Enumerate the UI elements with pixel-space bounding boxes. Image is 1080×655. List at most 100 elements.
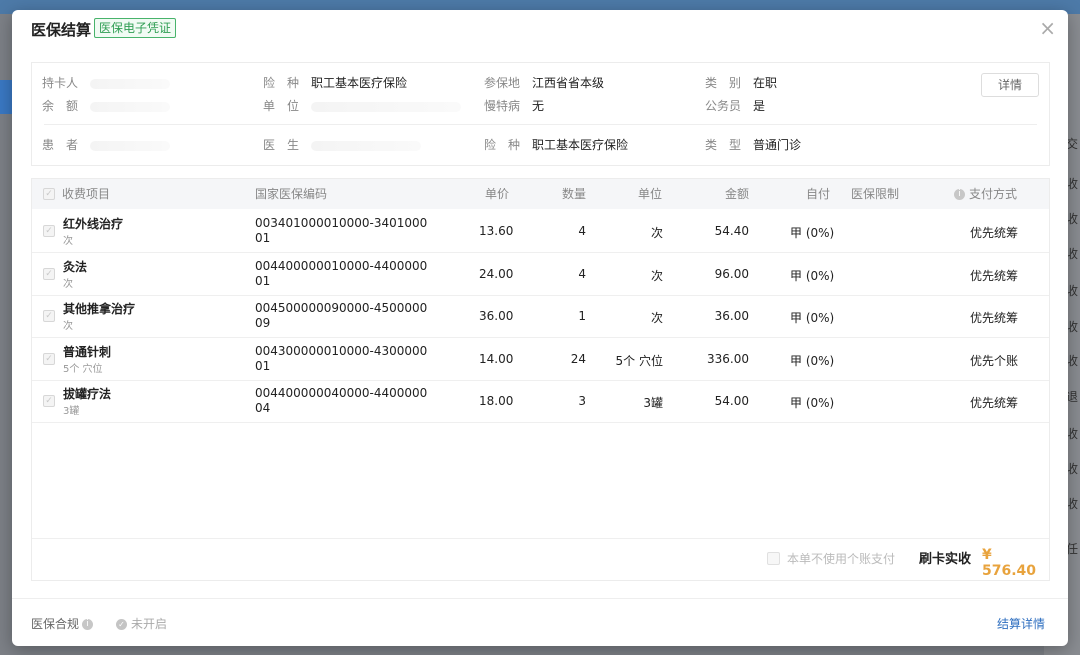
no-personal-account-label: 本单不使用个账支付 [787, 552, 896, 566]
row-checkbox[interactable]: ✓ [43, 352, 55, 365]
item-price: 13.60 [479, 224, 514, 238]
item-amount: 336.00 [707, 351, 749, 366]
no-personal-account-checkbox[interactable] [767, 552, 780, 565]
item-price: 18.00 [479, 394, 514, 408]
row-checkbox[interactable]: ✓ [43, 225, 55, 237]
info-doctor: 医 生 [263, 136, 421, 154]
item-pay-method[interactable]: 优先个账 [970, 352, 1018, 369]
item-price: 36.00 [479, 309, 514, 323]
item-pay-method[interactable]: 优先统筹 [970, 224, 1018, 241]
header-qty: 数量 [562, 187, 587, 201]
background-left-accent [0, 80, 12, 114]
total-amount: ¥ 576.40 [982, 547, 1037, 579]
item-pay-method[interactable]: 优先统筹 [970, 267, 1018, 284]
item-qty: 4 [578, 266, 586, 281]
item-self-pay: 甲 (0%) [790, 311, 835, 325]
info-insured-region: 参保地 江西省省本级 [484, 76, 605, 90]
item-cell: 红外线治疗次 [63, 215, 123, 247]
select-all-checkbox[interactable]: ✓ [43, 188, 55, 200]
modal-header: 医保结算 医保电子凭证 × [12, 10, 1068, 50]
table-row: ✓ 红外线治疗次 003401000010000-340100001 13.60 4 次 5… [32, 210, 1049, 253]
info-visit-type: 类 型普通门诊 [705, 138, 802, 152]
details-button[interactable]: 详情 [981, 73, 1039, 97]
info-employer: 单 位 [263, 97, 461, 115]
info-icon[interactable]: i [954, 189, 965, 200]
item-amount: 36.00 [714, 309, 749, 323]
item-self-pay: 甲 (0%) [790, 226, 835, 240]
item-unit: 3罐 [643, 396, 663, 410]
item-unit-sub: 次 [63, 278, 73, 290]
table-row: ✓ 其他推拿治疗次 004500000090000-450000009 36.00 1 次… [32, 295, 1049, 338]
settlement-details-link[interactable]: 结算详情 [997, 615, 1045, 632]
item-name: 灸法 [63, 259, 88, 274]
item-code: 003401000010000-340100001 [255, 216, 428, 245]
modal-title: 医保结算 [31, 21, 92, 39]
header-limit: 医保限制 [851, 187, 900, 201]
info-divider [44, 124, 1037, 125]
item-price: 14.00 [479, 351, 514, 366]
item-unit-sub: 3罐 [63, 406, 80, 417]
item-name: 红外线治疗 [63, 217, 124, 231]
table-row: ✓ 拔罐疗法 3罐 004400000040000-440000004 18.00 3 3罐… [32, 380, 1049, 423]
masked-doctor [311, 140, 421, 151]
header-unit: 单位 [638, 187, 663, 201]
header-code: 国家医保编码 [255, 187, 328, 201]
item-qty: 24 [570, 351, 586, 366]
info-insurance-type: 险 种职工基本医疗保险 [263, 76, 408, 90]
masked-employer [311, 101, 461, 112]
item-qty: 3 [578, 394, 586, 408]
row-checkbox[interactable]: ✓ [43, 395, 55, 407]
item-qty: 1 [578, 309, 586, 323]
info-chronic-disease: 慢特病无 [484, 99, 545, 113]
item-amount: 96.00 [714, 266, 749, 281]
header-pay-method: i 支付方式 [954, 186, 1017, 202]
modal-footer: 医保合规 i ✓ 未开启 结算详情 [12, 598, 1068, 647]
item-amount: 54.40 [714, 224, 749, 238]
electronic-voucher-tag: 医保电子凭证 [94, 18, 177, 38]
info-insurance-type-2: 险 种职工基本医疗保险 [484, 138, 629, 152]
item-self-pay: 甲 (0%) [790, 396, 835, 410]
close-icon[interactable]: × [1039, 18, 1056, 38]
table-header: ✓ 收费项目 国家医保编码 单价 数量 单位 金额 自付 医保限制 i 支付方式 [32, 179, 1049, 209]
check-circle-icon: ✓ [116, 619, 127, 630]
item-cell: 拔罐疗法 3罐 [63, 385, 111, 417]
total-label: 刷卡实收 [919, 552, 972, 567]
item-name: 普通针刺 [63, 344, 112, 359]
item-code: 004300000010000-430000001 [255, 343, 428, 373]
row-checkbox[interactable]: ✓ [43, 310, 55, 322]
item-unit-sub: 5个 穴位 [63, 363, 103, 375]
item-unit: 5个 穴位 [615, 353, 663, 368]
masked-cardholder [90, 78, 170, 89]
row-checkbox[interactable]: ✓ [43, 267, 55, 280]
header-self-pay: 自付 [806, 187, 831, 201]
info-patient: 患 者 [42, 136, 170, 154]
table-row: ✓ 灸法次 004400000010000-440000001 24.00 4 次 96.0… [32, 253, 1049, 296]
header-item: 收费项目 [62, 187, 111, 201]
item-unit: 次 [650, 226, 663, 240]
item-qty: 4 [578, 224, 586, 238]
item-cell: 灸法次 [63, 258, 87, 290]
compliance-label: 医保合规 i [31, 615, 94, 632]
item-unit: 次 [650, 268, 663, 283]
info-category: 类 别在职 [705, 76, 778, 90]
item-pay-method[interactable]: 优先统筹 [970, 394, 1018, 411]
item-self-pay: 甲 (0%) [790, 268, 835, 283]
item-code: 004400000040000-440000004 [255, 386, 428, 415]
header-amount: 金额 [725, 187, 750, 201]
insurance-settlement-modal: 医保结算 医保电子凭证 × 持卡人 险 种职工基本医疗保险 参保地 江西省省本级 … [12, 10, 1068, 646]
item-unit-sub: 次 [63, 236, 73, 247]
info-balance: 余 额 [42, 97, 170, 115]
item-unit: 次 [650, 311, 663, 325]
patient-info-panel: 持卡人 险 种职工基本医疗保险 参保地 江西省省本级 类 别在职 详情 余 额 单… [31, 62, 1050, 166]
item-cell: 其他推拿治疗次 [63, 300, 135, 332]
item-name: 拔罐疗法 [63, 387, 112, 401]
masked-patient [90, 140, 170, 151]
table-row: ✓ 普通针刺 5个 穴位 004300000010000-430000001 14.00… [32, 338, 1049, 381]
item-code: 004500000090000-450000009 [255, 301, 428, 330]
item-self-pay: 甲 (0%) [790, 353, 835, 368]
info-civil-servant: 公务员是 [705, 99, 766, 113]
item-cell: 普通针刺 5个 穴位 [63, 343, 111, 375]
item-unit-sub: 次 [63, 321, 73, 332]
info-icon[interactable]: i [82, 619, 94, 630]
item-pay-method[interactable]: 优先统筹 [970, 309, 1018, 326]
